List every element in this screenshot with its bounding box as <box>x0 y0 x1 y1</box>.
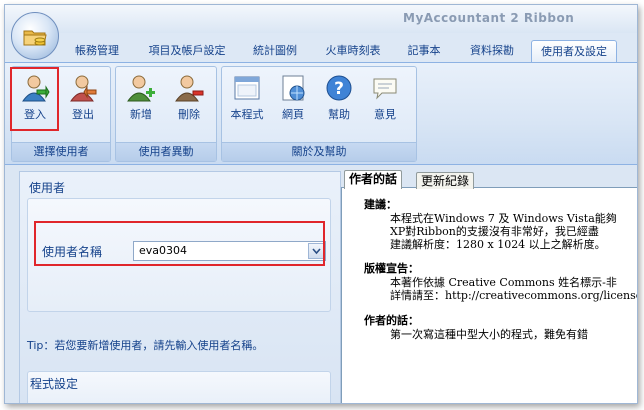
info-panel: 作者的話 更新紀錄 建議： 本程式在Windows 7 及 Windows Vi… <box>341 170 638 403</box>
ribbon-group-user-changes: 新增 刪除 使用者異動 <box>115 66 217 162</box>
window-icon <box>234 76 260 100</box>
about-help-group-label: 關於及幫助 <box>222 142 416 161</box>
tab-train-timetable[interactable]: 火車時刻表 <box>321 40 385 62</box>
program-settings-title: 程式設定 <box>30 377 79 391</box>
tab-update-log[interactable]: 更新紀錄 <box>416 172 475 189</box>
feedback-label: 意見 <box>374 108 396 121</box>
user-section-title: 使用者 <box>29 181 66 195</box>
tab-statistics[interactable]: 統計圖例 <box>249 40 301 62</box>
help-label: 幫助 <box>328 108 350 121</box>
ribbon: 登入 登出 選擇使用者 新增 刪除 使用者異動 本程式 網頁 ? 幫助 意見 關… <box>5 62 637 165</box>
svg-text:?: ? <box>334 79 344 99</box>
app-window: MyAccountant 2 Ribbon 帳務管理 項目及帳戶設定 統計圖例 … <box>4 4 638 404</box>
user-changes-group-label: 使用者異動 <box>116 142 216 161</box>
tab-accounting[interactable]: 帳務管理 <box>71 40 123 62</box>
select-user-group-label: 選擇使用者 <box>12 142 110 161</box>
help-icon: ? <box>326 75 352 101</box>
window-title: MyAccountant 2 Ribbon <box>403 11 575 25</box>
main-content: 使用者 使用者名稱 eva0304 Tip：若您要新增使用者，請先輸入使用者名稱… <box>5 165 637 403</box>
logout-label: 登出 <box>72 108 94 121</box>
folder-coins-icon <box>23 30 47 46</box>
new-user-tip: Tip：若您要新增使用者，請先輸入使用者名稱。 <box>27 339 264 352</box>
delete-user-icon <box>175 75 204 102</box>
title-bar: MyAccountant 2 Ribbon <box>5 5 637 33</box>
add-user-label: 新增 <box>130 108 152 121</box>
web-page-button[interactable]: 網頁 <box>274 71 312 129</box>
web-page-icon <box>282 75 305 101</box>
about-program-label: 本程式 <box>230 108 264 121</box>
tab-items-accounts[interactable]: 項目及帳戶設定 <box>143 40 231 62</box>
delete-user-button[interactable]: 刪除 <box>170 71 208 129</box>
user-settings-panel: 使用者 使用者名稱 eva0304 Tip：若您要新增使用者，請先輸入使用者名稱… <box>19 171 341 403</box>
username-highlight-box <box>34 221 325 266</box>
feedback-icon <box>373 78 397 100</box>
info-line: 建議解析度：1280 x 1024 以上之解析度。 <box>390 238 606 251</box>
login-highlight-box <box>10 67 59 131</box>
logout-button[interactable]: 登出 <box>64 71 102 129</box>
info-line: 第一次寫這種中型大小的程式，難免有錯 <box>390 328 588 341</box>
tab-users-settings[interactable]: 使用者及設定 <box>531 40 617 63</box>
application-menu-button[interactable] <box>11 12 59 60</box>
add-user-icon <box>127 75 155 102</box>
ribbon-tab-bar: 帳務管理 項目及帳戶設定 統計圖例 火車時刻表 記事本 資料探勘 使用者及設定 <box>5 40 637 63</box>
ribbon-group-about-help: 本程式 網頁 ? 幫助 意見 關於及幫助 <box>221 66 417 162</box>
help-button[interactable]: ? 幫助 <box>320 71 358 129</box>
web-page-label: 網頁 <box>282 108 304 121</box>
tab-data-mining[interactable]: 資料探勘 <box>465 40 519 62</box>
feedback-button[interactable]: 意見 <box>366 71 404 129</box>
add-user-button[interactable]: 新增 <box>122 71 160 129</box>
tab-author-notes[interactable]: 作者的話 <box>344 170 403 189</box>
about-program-button[interactable]: 本程式 <box>228 71 266 129</box>
info-line: 詳情請至：http://creativecommons.org/license <box>390 289 638 302</box>
delete-user-label: 刪除 <box>178 108 200 121</box>
logout-user-icon <box>70 75 97 102</box>
tab-notepad[interactable]: 記事本 <box>403 40 445 62</box>
program-settings-group: 程式設定 <box>27 371 331 403</box>
